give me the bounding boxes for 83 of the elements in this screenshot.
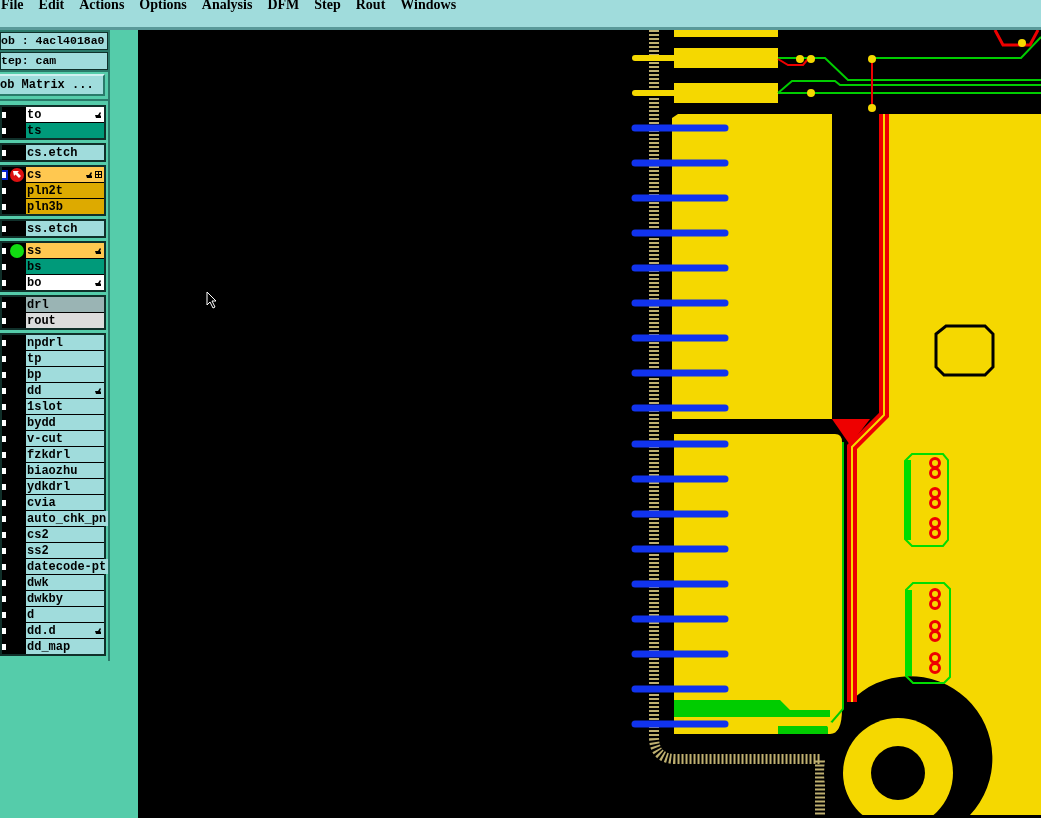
layer-checkbox[interactable]: [2, 497, 8, 508]
layer-item[interactable]: bp: [26, 367, 104, 382]
layer-item[interactable]: fzkdrl: [26, 447, 104, 462]
layer-name: to: [27, 107, 42, 122]
layer-checkbox[interactable]: [2, 609, 8, 620]
layer-item[interactable]: biaozhu: [26, 463, 104, 478]
layer-checkbox[interactable]: [2, 369, 8, 380]
layer-checkbox[interactable]: [2, 625, 8, 636]
layer-checkbox[interactable]: [2, 529, 8, 540]
layer-checkbox[interactable]: [2, 417, 8, 428]
layer-item[interactable]: ydkdrl: [26, 479, 104, 494]
layer-item[interactable]: ss2: [26, 543, 104, 558]
layer-checkbox[interactable]: [2, 449, 8, 460]
menu-item[interactable]: Step: [314, 0, 341, 10]
layer-item[interactable]: 1slot: [26, 399, 104, 414]
layer-checkbox[interactable]: [2, 169, 8, 180]
layer-item[interactable]: pln3b: [26, 199, 104, 214]
layer-checkbox[interactable]: [2, 641, 8, 652]
layer-item[interactable]: dd.d: [26, 623, 104, 638]
layer-item[interactable]: cs: [26, 167, 104, 182]
layer-checkbox[interactable]: [2, 125, 8, 136]
layer-item[interactable]: npdrl: [26, 335, 104, 350]
layer-item[interactable]: v-cut: [26, 431, 104, 446]
layer-checkbox[interactable]: [2, 315, 8, 326]
layer-item[interactable]: dwkby: [26, 591, 104, 606]
layer-item[interactable]: bydd: [26, 415, 104, 430]
layer-item[interactable]: auto_chk_pn: [26, 511, 108, 526]
job-matrix-button[interactable]: ob Matrix ...: [0, 74, 105, 96]
layer-item[interactable]: bs: [26, 259, 104, 274]
layer-checkbox[interactable]: [2, 401, 8, 412]
layer-checkbox[interactable]: [2, 147, 8, 158]
layer-checkbox[interactable]: [2, 261, 8, 272]
layer-checkbox[interactable]: [2, 353, 8, 364]
layer-checkbox[interactable]: [2, 513, 8, 524]
layer-item[interactable]: bo: [26, 275, 104, 290]
menu-item[interactable]: Windows: [400, 0, 457, 10]
layer-item[interactable]: cs2: [26, 527, 104, 542]
layer-item[interactable]: tp: [26, 351, 104, 366]
layer-checkbox[interactable]: [2, 561, 8, 572]
layer-checkbox[interactable]: [2, 109, 8, 120]
layer-checkbox[interactable]: [2, 277, 8, 288]
layer-item[interactable]: d: [26, 607, 104, 622]
menu-item[interactable]: File: [1, 0, 24, 10]
step-field: tep: cam: [0, 52, 108, 70]
layer-checkbox[interactable]: [2, 577, 8, 588]
layer-checkbox[interactable]: [2, 245, 8, 256]
menu-item[interactable]: Edit: [38, 0, 65, 10]
layer-item[interactable]: ss.etch: [26, 221, 104, 236]
layer-item[interactable]: pln2t: [26, 183, 104, 198]
layer-item[interactable]: datecode-pt: [26, 559, 108, 574]
layer-name: dd: [27, 383, 42, 398]
layer-checkbox[interactable]: [2, 299, 8, 310]
layer-item[interactable]: dd: [26, 383, 104, 398]
layer-checkbox[interactable]: [2, 385, 8, 396]
layer-item[interactable]: ss: [26, 243, 104, 258]
layer-name: ss: [27, 243, 42, 258]
layer-item[interactable]: dwk: [26, 575, 104, 590]
layer-checkbox[interactable]: [2, 337, 8, 348]
mouse-pointer-icon: [206, 291, 217, 309]
layer-item[interactable]: ts: [26, 123, 104, 138]
menu-item[interactable]: DFM: [267, 0, 300, 10]
menu-item[interactable]: Analysis: [201, 0, 253, 10]
layer-name: bo: [27, 275, 42, 290]
layer-name: dd.d: [27, 623, 56, 638]
layer-item[interactable]: drl: [26, 297, 104, 312]
layer-name: cs: [27, 167, 42, 182]
layer-item[interactable]: cvia: [26, 495, 104, 510]
layer-checkbox[interactable]: [2, 223, 8, 234]
layer-item[interactable]: dd_map: [26, 639, 104, 654]
layer-item[interactable]: rout: [26, 313, 104, 328]
layer-checkbox[interactable]: [2, 201, 8, 212]
layer-checkbox[interactable]: [2, 185, 8, 196]
menu-item[interactable]: Actions: [79, 0, 125, 10]
menu-item[interactable]: Options: [139, 0, 187, 10]
layer-item[interactable]: to: [26, 107, 104, 122]
layer-item[interactable]: cs.etch: [26, 145, 104, 160]
layer-checkbox[interactable]: [2, 433, 8, 444]
menu-item[interactable]: Rout: [355, 0, 386, 10]
layer-checkbox[interactable]: [2, 593, 8, 604]
layer-checkbox[interactable]: [2, 465, 8, 476]
layer-checkbox[interactable]: [2, 545, 8, 556]
layer-checkbox[interactable]: [2, 481, 8, 492]
job-field: ob : 4acl4018a0: [0, 32, 108, 50]
